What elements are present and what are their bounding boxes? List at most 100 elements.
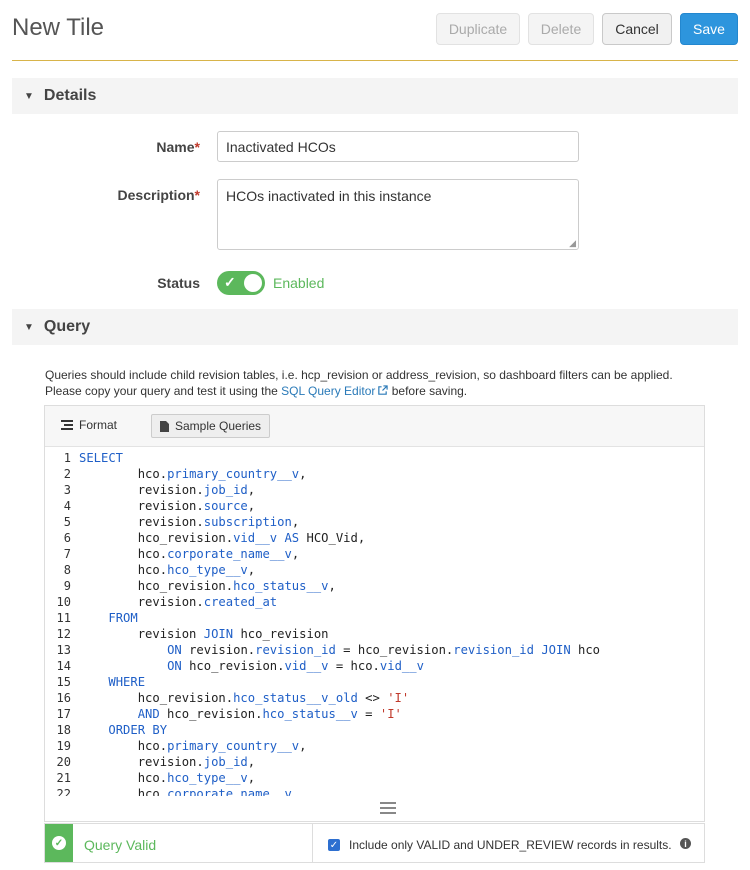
code-token: , xyxy=(247,771,256,785)
resize-grip-icon[interactable]: ◢ xyxy=(569,238,576,249)
line-number: 2 xyxy=(63,467,71,481)
code-token: , xyxy=(247,483,256,497)
line-number: 12 xyxy=(56,627,71,641)
code-line[interactable]: 5 revision. subscription, xyxy=(45,514,704,530)
code-token: , xyxy=(291,547,300,561)
code-token: vid__v xyxy=(379,659,424,673)
code-token: primary_country__v xyxy=(167,467,300,481)
code-token: ON xyxy=(167,643,182,657)
save-button[interactable]: Save xyxy=(680,13,738,45)
line-number: 13 xyxy=(56,643,71,657)
code-line[interactable]: 16 hco_revision. hco_status__v_old <> 'I' xyxy=(45,690,704,706)
delete-button[interactable]: Delete xyxy=(528,13,594,45)
code-line[interactable]: 7 hco. corporate_name__v, xyxy=(45,546,704,562)
line-number: 1 xyxy=(63,451,71,465)
code-line[interactable]: 11 FROM xyxy=(45,610,704,626)
caret-down-icon: ▼ xyxy=(24,90,34,102)
query-section-header[interactable]: ▼ Query xyxy=(12,309,738,345)
code-line[interactable]: 6 hco_revision. vid__v AS HCO_Vid, xyxy=(45,530,704,546)
code-line[interactable]: 14 ON hco_revision. vid__v = hco. vid__v xyxy=(45,658,704,674)
code-line[interactable]: 21 hco. hco_type__v, xyxy=(45,770,704,786)
help-line-2: Please copy your query and test it using… xyxy=(45,383,725,399)
code-line[interactable]: 4 revision. source, xyxy=(45,498,704,514)
code-token: hco. xyxy=(79,739,168,753)
status-toggle[interactable]: ✓ xyxy=(217,271,265,295)
code-token: hco xyxy=(570,643,601,657)
code-token: created_at xyxy=(203,595,278,609)
code-token: hco_type__v xyxy=(167,563,248,577)
name-input[interactable] xyxy=(217,131,579,162)
cancel-button[interactable]: Cancel xyxy=(602,13,672,45)
include-valid-checkbox[interactable]: ✓ xyxy=(328,839,340,851)
sample-queries-button[interactable]: Sample Queries xyxy=(151,414,271,438)
line-number: 15 xyxy=(56,675,71,689)
code-token: job_id xyxy=(203,483,248,497)
sql-query-editor-link[interactable]: SQL Query Editor xyxy=(281,384,389,398)
code-token: job_id xyxy=(203,755,248,769)
query-help-text: Queries should include child revision ta… xyxy=(45,367,725,399)
code-token: revision. xyxy=(79,595,204,609)
line-number: 18 xyxy=(56,723,71,737)
query-status-bar: ✓ Query Valid ✓ Include only VALID and U… xyxy=(44,823,705,863)
header-divider xyxy=(12,60,738,61)
caret-down-icon: ▼ xyxy=(24,321,34,333)
code-line[interactable]: 19 hco. primary_country__v, xyxy=(45,738,704,754)
format-button[interactable]: Format xyxy=(61,418,117,432)
code-line[interactable]: 2 hco. primary_country__v, xyxy=(45,466,704,482)
code-token: , xyxy=(299,467,307,481)
editor-toolbar: Format Sample Queries xyxy=(45,406,704,447)
code-token: , xyxy=(299,739,307,753)
name-label: Name* xyxy=(0,139,200,155)
code-line[interactable]: 20 revision. job_id, xyxy=(45,754,704,770)
code-line[interactable]: 22 hco. corporate_name__v xyxy=(45,786,704,796)
code-token: hco. xyxy=(79,771,168,785)
resize-handle-icon[interactable] xyxy=(380,802,396,817)
line-number: 20 xyxy=(56,755,71,769)
line-number: 11 xyxy=(56,611,71,625)
code-token: revision. xyxy=(79,483,204,497)
code-token: <> xyxy=(357,691,388,705)
line-number: 5 xyxy=(63,515,71,529)
include-valid-label: Include only VALID and UNDER_REVIEW reco… xyxy=(349,838,672,852)
code-token: JOIN xyxy=(203,627,234,641)
code-line[interactable]: 8 hco. hco_type__v, xyxy=(45,562,704,578)
info-icon[interactable]: i xyxy=(680,838,691,849)
code-line[interactable]: 1 SELECT xyxy=(45,450,704,466)
line-number: 21 xyxy=(56,771,71,785)
page-title: New Tile xyxy=(12,14,105,41)
code-area[interactable]: 1 SELECT 2 hco. primary_country__v, 3 revisi… xyxy=(45,450,704,796)
code-token: hco_revision. xyxy=(159,707,263,721)
code-line[interactable]: 9 hco_revision. hco_status__v, xyxy=(45,578,704,594)
code-token: AND xyxy=(137,707,160,721)
details-section-header[interactable]: ▼ Details xyxy=(12,78,738,114)
code-token: FROM xyxy=(108,611,138,625)
code-token: , xyxy=(247,499,256,513)
code-line[interactable]: 13 ON revision. revision_id = hco_revisio… xyxy=(45,642,704,658)
description-textarea[interactable]: HCOs inactivated in this instance ◢ xyxy=(217,179,579,250)
duplicate-button[interactable]: Duplicate xyxy=(436,13,520,45)
line-number: 9 xyxy=(63,579,71,593)
status-value: Enabled xyxy=(273,275,325,291)
code-token: hco_revision. xyxy=(79,579,234,593)
valid-indicator: ✓ xyxy=(45,824,73,862)
footer-divider xyxy=(312,824,313,862)
list-icon xyxy=(61,420,73,430)
code-token: revision xyxy=(79,627,204,641)
query-editor[interactable]: Format Sample Queries 1 SELECT 2 hco. prima… xyxy=(44,405,705,822)
code-line[interactable]: 15 WHERE xyxy=(45,674,704,690)
line-number: 7 xyxy=(63,547,71,561)
code-token: hco_status__v xyxy=(262,707,358,721)
code-token: 'I' xyxy=(387,691,410,705)
code-line[interactable]: 18 ORDER BY xyxy=(45,722,704,738)
code-line[interactable]: 10 revision. created_at xyxy=(45,594,704,610)
code-line[interactable]: 17 AND hco_revision. hco_status__v = 'I' xyxy=(45,706,704,722)
line-number: 19 xyxy=(56,739,71,753)
code-token: hco_status__v xyxy=(233,579,329,593)
code-token: hco_revision. xyxy=(79,531,234,545)
code-line[interactable]: 12 revision JOIN hco_revision xyxy=(45,626,704,642)
code-line[interactable]: 3 revision. job_id, xyxy=(45,482,704,498)
